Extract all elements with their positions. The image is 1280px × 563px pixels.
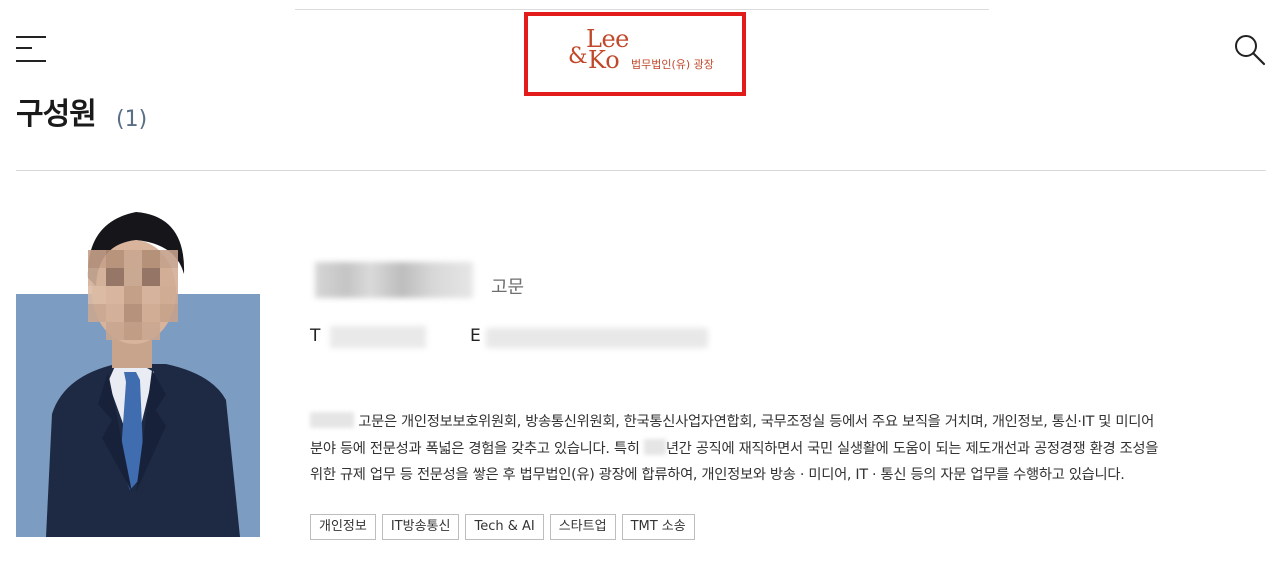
bio-line: 고문은 개인정보보호위원회, 방송통신위원회, 한국통신사업자연합회, 국무조정… [310, 409, 1270, 436]
email-redacted [486, 328, 708, 348]
portrait-illustration [46, 212, 240, 537]
logo-ampersand: & [568, 44, 588, 69]
member-photo[interactable] [16, 204, 260, 537]
phone-redacted [330, 326, 426, 348]
count-paren-close: ) [138, 107, 148, 132]
tag-privacy[interactable]: 개인정보 [310, 514, 376, 540]
tag-tech-ai[interactable]: Tech & AI [465, 514, 544, 540]
bio-line: 분야 등에 전문성과 폭넓은 경험을 갖추고 있습니다. 특히 년간 공직에 재… [310, 436, 1270, 463]
member-bio: 고문은 개인정보보호위원회, 방송통신위원회, 한국통신사업자연합회, 국무조정… [310, 409, 1270, 489]
practice-tags: 개인정보 IT방송통신 Tech & AI 스타트업 TMT 소송 [310, 514, 695, 540]
logo-highlight-box: Lee & Ko 법무법인(유) 광장 [524, 12, 746, 96]
tag-it-broadcasting[interactable]: IT방송통신 [381, 514, 460, 540]
member-name-redacted [315, 262, 473, 298]
section-divider [16, 170, 1266, 171]
search-icon-svg [1235, 35, 1266, 66]
top-divider [295, 9, 989, 10]
logo-text-ko: Ko [588, 46, 620, 74]
logo-firm-name: 법무법인(유) 광장 [631, 58, 714, 71]
menu-line [16, 60, 46, 62]
count-paren-open: ( [116, 107, 125, 132]
bio-line: 위한 규제 업무 등 전문성을 쌓은 후 법무법인(유) 광장에 합류하여, 개… [310, 462, 1270, 489]
tag-tmt-litigation[interactable]: TMT 소송 [621, 514, 695, 540]
count-value: 1 [124, 107, 139, 132]
menu-line [16, 47, 32, 49]
name-redacted [310, 412, 354, 428]
menu-line [16, 36, 46, 38]
email-label: E [470, 326, 481, 346]
page-title: 구성원 [16, 97, 97, 132]
tag-startup[interactable]: 스타트업 [549, 514, 616, 540]
hamburger-menu-icon[interactable] [16, 34, 48, 64]
member-count: (1) [116, 109, 147, 131]
bio-text: 위한 규제 업무 등 전문성을 쌓은 후 법무법인(유) 광장에 합류하여, 개… [310, 467, 1125, 483]
search-icon[interactable] [1233, 33, 1267, 67]
bio-text: 년간 공직에 재직하면서 국민 실생활에 도움이 되는 제도개선과 공정경쟁 환… [665, 440, 1159, 457]
lee-ko-logo[interactable]: Lee & Ko 법무법인(유) 광장 [568, 26, 728, 82]
bio-text: 분야 등에 전문성과 폭넓은 경험을 갖추고 있습니다. 특히 [310, 440, 640, 457]
years-redacted [643, 438, 666, 455]
phone-label: T [310, 326, 321, 346]
bio-text: 고문은 개인정보보호위원회, 방송통신위원회, 한국통신사업자연합회, 국무조정… [358, 414, 1154, 430]
member-role: 고문 [491, 277, 525, 298]
